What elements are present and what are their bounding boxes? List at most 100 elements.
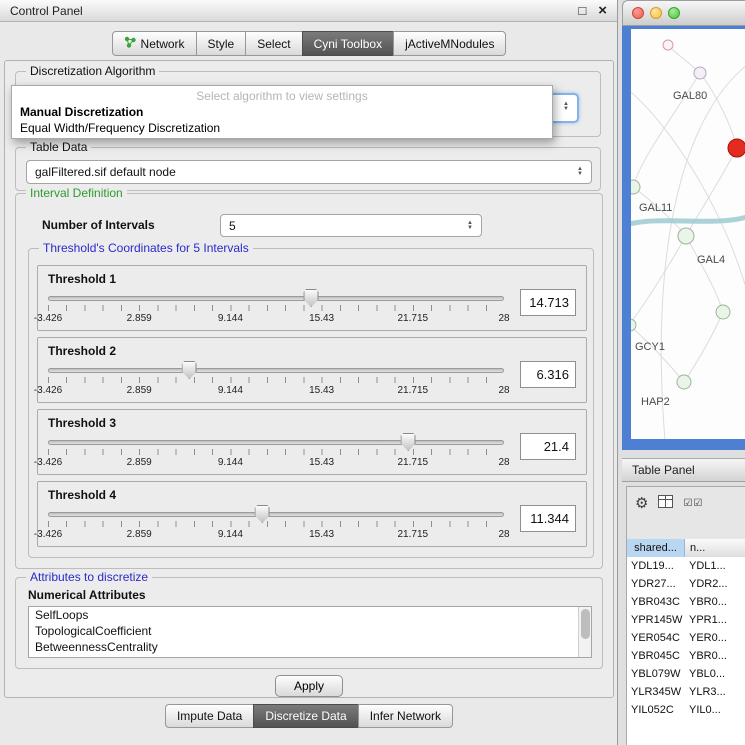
attributes-group-title: Attributes to discretize <box>26 570 152 584</box>
threshold-3-value-field[interactable]: 21.4 <box>520 433 576 460</box>
network-canvas[interactable]: GAL80 GAL11 GAL4 GCY1 HAP2 <box>631 29 745 439</box>
float-window-icon[interactable]: □ <box>578 4 586 17</box>
threshold-2-slider[interactable]: -3.426 2.859 9.144 15.43 21.715 28 <box>48 361 504 401</box>
list-scrollbar[interactable] <box>578 607 591 657</box>
scale-label: 15.43 <box>309 385 334 396</box>
slider-scale: -3.426 2.859 9.144 15.43 21.715 28 <box>48 313 504 327</box>
list-item[interactable]: BetweennessCentrality <box>29 639 591 655</box>
table-row[interactable]: YIL052CYIL0... <box>627 701 745 719</box>
scale-label: 2.859 <box>127 529 152 540</box>
threshold-4-value-field[interactable]: 11.344 <box>520 505 576 532</box>
algorithm-dropdown-popup: Select algorithm to view settings Manual… <box>11 85 553 139</box>
threshold-1-panel: Threshold 1 -3.426 2.859 9.144 15.43 21.… <box>37 265 587 331</box>
slider-ticks <box>48 377 504 383</box>
algorithm-option-equal-width[interactable]: Equal Width/Frequency Discretization <box>12 120 552 136</box>
table-row[interactable]: YBL079WYBL0... <box>627 665 745 683</box>
tab-infer-network[interactable]: Infer Network <box>358 704 453 728</box>
scale-label: 21.715 <box>398 385 429 396</box>
list-item[interactable]: TopologicalCoefficient <box>29 623 591 639</box>
network-node-hap2[interactable] <box>677 375 691 389</box>
tab-select[interactable]: Select <box>245 31 302 56</box>
node-label-hap2: HAP2 <box>641 396 670 408</box>
table-row[interactable]: YDL19...YDL1... <box>627 557 745 575</box>
scale-label: 21.715 <box>398 529 429 540</box>
column-header-name[interactable]: n... <box>685 539 745 557</box>
combo-arrows-icon: ▲ ▼ <box>577 167 583 177</box>
threshold-2-panel: Threshold 2 -3.426 2.859 9.144 15.43 21.… <box>37 337 587 403</box>
threshold-4-label: Threshold 4 <box>48 488 576 502</box>
table-data-selected-value: galFiltered.sif default node <box>35 165 176 179</box>
slider-track <box>48 368 504 373</box>
table-row[interactable]: YER054CYER0... <box>627 629 745 647</box>
combo-arrows-icon: ▲ ▼ <box>563 102 569 112</box>
scrollbar-thumb[interactable] <box>581 609 590 639</box>
selected-red-node[interactable] <box>728 139 745 157</box>
threshold-1-label: Threshold 1 <box>48 272 576 286</box>
network-node-gal80[interactable] <box>694 67 706 79</box>
scale-label: -3.426 <box>34 457 62 468</box>
list-item[interactable]: SelfLoops <box>29 607 591 623</box>
network-window-titlebar <box>622 0 745 26</box>
highlighted-edge <box>631 217 745 225</box>
node-label-gal11: GAL11 <box>639 202 672 214</box>
scale-label: 15.43 <box>309 529 334 540</box>
slider-scale: -3.426 2.859 9.144 15.43 21.715 28 <box>48 457 504 471</box>
slider-ticks <box>48 521 504 527</box>
scale-label: 2.859 <box>127 385 152 396</box>
tab-discretize-data[interactable]: Discretize Data <box>253 704 358 728</box>
columns-icon[interactable] <box>658 495 673 511</box>
tab-network-label: Network <box>141 37 185 51</box>
close-icon[interactable]: × <box>598 3 607 18</box>
scale-label: 9.144 <box>218 457 243 468</box>
number-of-intervals-label: Number of Intervals <box>42 218 155 232</box>
tab-jactivemnodules[interactable]: jActiveMNodules <box>393 31 506 56</box>
table-panel-titlebar: Table Panel <box>622 458 745 482</box>
numerical-attributes-list[interactable]: SelfLoops TopologicalCoefficient Between… <box>28 606 592 658</box>
threshold-3-slider[interactable]: -3.426 2.859 9.144 15.43 21.715 28 <box>48 433 504 473</box>
network-node-gcy1[interactable] <box>631 319 636 331</box>
close-window-button[interactable] <box>632 7 644 19</box>
network-icon <box>124 36 136 51</box>
table-data-combobox[interactable]: galFiltered.sif default node ▲ ▼ <box>26 160 592 184</box>
network-view-frame: GAL80 GAL11 GAL4 GCY1 HAP2 <box>622 26 745 450</box>
network-node-gal4[interactable] <box>678 228 694 244</box>
tab-style[interactable]: Style <box>196 31 247 56</box>
table-row[interactable]: YLR345WYLR3... <box>627 683 745 701</box>
top-tab-bar: Network Style Select Cyni Toolbox jActiv… <box>0 31 618 56</box>
tab-impute-data[interactable]: Impute Data <box>165 704 254 728</box>
slider-scale: -3.426 2.859 9.144 15.43 21.715 28 <box>48 529 504 543</box>
slider-track <box>48 296 504 301</box>
threshold-1-slider[interactable]: -3.426 2.859 9.144 15.43 21.715 28 <box>48 289 504 329</box>
tab-network[interactable]: Network <box>112 31 197 56</box>
bottom-tab-bar: Impute Data Discretize Data Infer Networ… <box>0 704 618 728</box>
apply-button[interactable]: Apply <box>275 675 343 697</box>
table-row[interactable]: YPR145WYPR1... <box>627 611 745 629</box>
slider-ticks <box>48 449 504 455</box>
threshold-4-slider[interactable]: -3.426 2.859 9.144 15.43 21.715 28 <box>48 505 504 545</box>
minimize-window-button[interactable] <box>650 7 662 19</box>
algorithm-option-manual[interactable]: Manual Discretization <box>12 104 552 120</box>
zoom-window-button[interactable] <box>668 7 680 19</box>
number-of-intervals-combobox[interactable]: 5 ▲ ▼ <box>220 214 482 237</box>
thresholds-group: Threshold's Coordinates for 5 Intervals … <box>28 248 594 558</box>
table-row[interactable]: YBR045CYBR0... <box>627 647 745 665</box>
gear-icon[interactable]: ⚙ <box>635 496 648 511</box>
network-node[interactable] <box>663 40 673 50</box>
control-panel-titlebar: Control Panel □ × <box>0 0 617 22</box>
table-row[interactable]: YDR27...YDR2... <box>627 575 745 593</box>
tab-cyni-toolbox[interactable]: Cyni Toolbox <box>302 31 394 56</box>
algorithm-placeholder-option[interactable]: Select algorithm to view settings <box>12 88 552 104</box>
slider-ticks <box>48 305 504 311</box>
network-node[interactable] <box>716 305 730 319</box>
scale-label: 15.43 <box>309 313 334 324</box>
table-row[interactable]: YBR043CYBR0... <box>627 593 745 611</box>
select-columns-icon[interactable]: ☑☑ <box>683 498 703 509</box>
thresholds-group-title: Threshold's Coordinates for 5 Intervals <box>39 241 253 255</box>
column-header-shared-name[interactable]: shared... <box>627 539 685 557</box>
interval-definition-group-title: Interval Definition <box>26 186 127 200</box>
threshold-1-value-field[interactable]: 14.713 <box>520 289 576 316</box>
scale-label: -3.426 <box>34 313 62 324</box>
threshold-2-value-field[interactable]: 6.316 <box>520 361 576 388</box>
network-node-gal11[interactable] <box>631 180 640 194</box>
numerical-attributes-heading: Numerical Attributes <box>28 588 146 602</box>
